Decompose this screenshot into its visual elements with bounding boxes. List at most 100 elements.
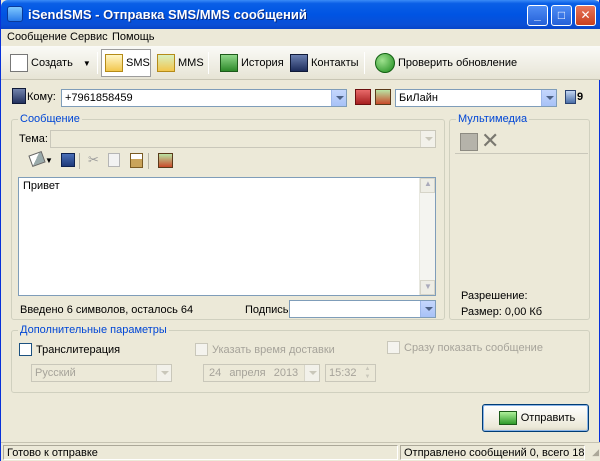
status-ready: Готово к отправке — [3, 445, 398, 460]
subject-combo[interactable] — [50, 130, 436, 148]
signature-dropdown-button[interactable] — [420, 301, 435, 317]
date-month: апреля — [229, 367, 266, 379]
message-body-textarea[interactable]: Привет ▲ ▼ — [18, 177, 436, 296]
multimedia-group-title: Мультимедиа — [456, 113, 530, 125]
edit-toolbar-separator — [148, 153, 149, 169]
minimize-button[interactable]: _ — [527, 5, 548, 26]
close-icon: ✕ — [580, 8, 591, 22]
chevron-down-icon: ▼ — [424, 282, 432, 291]
chevron-down-icon — [425, 137, 433, 141]
language-value: Русский — [35, 367, 76, 379]
minimize-icon: _ — [534, 8, 541, 22]
close-button[interactable]: ✕ — [575, 5, 596, 26]
contacts-book-icon — [290, 54, 308, 72]
insert-template-icon[interactable] — [158, 153, 173, 168]
chevron-up-icon: ▲ — [424, 179, 432, 188]
spinner-arrows-icon[interactable]: ▲ ▼ — [361, 365, 374, 381]
maximize-button[interactable]: □ — [551, 5, 572, 26]
menu-help[interactable]: Помощь — [112, 31, 155, 43]
multimedia-divider — [455, 153, 588, 154]
create-label: Создать — [31, 57, 73, 69]
mms-button[interactable]: MMS — [154, 49, 204, 77]
menu-message[interactable]: Сообщение — [7, 31, 67, 43]
app-icon — [7, 6, 23, 22]
delivery-time-label: Указать время доставки — [212, 344, 335, 356]
message-scrollbar[interactable]: ▲ ▼ — [419, 178, 435, 295]
history-label: История — [241, 57, 284, 69]
delivery-date-picker[interactable]: 24 апреля 2013 — [203, 364, 320, 382]
paste-icon[interactable] — [130, 153, 143, 168]
signature-combo[interactable] — [289, 300, 436, 318]
character-counter: Введено 6 символов, осталось 64 — [20, 304, 194, 316]
size-label: Размер: 0,00 Кб — [461, 306, 543, 318]
mms-envelope-icon — [157, 54, 175, 72]
chevron-down-icon[interactable]: ▼ — [45, 156, 53, 165]
language-combo[interactable]: Русский — [31, 364, 172, 382]
show-immediately-label: Сразу показать сообщение — [404, 342, 543, 354]
scroll-up-button[interactable]: ▲ — [420, 178, 435, 193]
sms-label: SMS — [126, 57, 150, 69]
send-button[interactable]: Отправить — [482, 404, 589, 432]
sms-envelope-icon — [105, 54, 123, 72]
contacts-button[interactable]: Контакты — [287, 49, 359, 77]
date-day: 24 — [209, 367, 222, 379]
phone-book-icon — [12, 88, 26, 104]
recipient-row: Кому: +7961858459 БиЛайн 9 — [1, 86, 600, 110]
contact-card-icon[interactable] — [375, 89, 391, 105]
extra-params-title: Дополнительные параметры — [18, 324, 169, 336]
chevron-down-icon — [425, 307, 433, 311]
mms-label: MMS — [178, 57, 204, 69]
send-arrow-icon — [498, 411, 517, 425]
address-book-icon[interactable] — [355, 89, 371, 105]
eraser-icon[interactable] — [28, 150, 46, 168]
create-button[interactable]: Создать ▼ — [7, 49, 91, 77]
to-label: Кому: — [27, 91, 56, 103]
title-bar[interactable]: iSendSMS - Отправка SMS/MMS сообщений _ … — [1, 0, 600, 29]
time-value: 15:32 — [329, 367, 357, 379]
operator-dropdown-button[interactable] — [541, 90, 556, 106]
recipient-combo[interactable]: +7961858459 — [61, 89, 347, 107]
show-immediately-checkbox[interactable] — [387, 341, 400, 354]
scroll-down-button[interactable]: ▼ — [420, 280, 435, 295]
update-globe-icon — [375, 53, 395, 73]
status-bar: Готово к отправке Отправлено сообщений 0… — [1, 442, 600, 461]
transliteration-checkbox[interactable] — [19, 343, 32, 356]
insert-image-icon[interactable] — [460, 133, 478, 151]
chevron-down-icon: ▼ — [82, 58, 91, 68]
delivery-time-checkbox[interactable] — [195, 343, 208, 356]
recipient-value: +7961858459 — [65, 92, 133, 104]
check-update-button[interactable]: Проверить обновление — [372, 49, 517, 77]
delete-x-icon[interactable]: ✕ — [481, 128, 499, 154]
subject-label: Тема: — [19, 133, 48, 145]
menu-service[interactable]: Сервис — [70, 31, 108, 43]
check-update-label: Проверить обновление — [398, 57, 518, 69]
sim-counter-icon — [565, 90, 576, 104]
chevron-down-icon — [309, 371, 317, 375]
menu-bar: Сообщение Сервис Помощь — [1, 29, 600, 46]
new-document-icon — [10, 54, 28, 72]
operator-combo[interactable]: БиЛайн — [395, 89, 557, 107]
recipient-dropdown-button[interactable] — [331, 90, 346, 106]
sms-button[interactable]: SMS — [101, 49, 151, 77]
delivery-time-spinner[interactable]: 15:32 ▲ ▼ — [325, 364, 376, 382]
edit-toolbar-separator — [79, 153, 80, 169]
toolbar-separator — [208, 52, 209, 74]
resolution-label: Разрешение: — [461, 290, 528, 302]
edit-toolbar: ▼ ✂ — [25, 150, 185, 173]
save-disk-icon[interactable] — [61, 153, 75, 167]
send-label: Отправить — [520, 412, 576, 424]
cut-icon[interactable]: ✂ — [88, 153, 102, 167]
language-dropdown-button[interactable] — [156, 365, 171, 381]
toolbar-separator — [97, 52, 98, 74]
copy-icon[interactable] — [108, 153, 120, 167]
resize-grip-icon[interactable]: ◢ — [592, 447, 599, 458]
chevron-down-icon — [161, 371, 169, 375]
history-book-icon — [220, 54, 238, 72]
history-button[interactable]: История — [217, 49, 284, 77]
subject-dropdown-button[interactable] — [420, 131, 435, 147]
transliteration-label: Транслитерация — [36, 344, 121, 356]
signature-label: Подпись — [245, 304, 289, 316]
date-dropdown-button[interactable] — [304, 365, 319, 381]
operator-value: БиЛайн — [399, 92, 438, 104]
date-year: 2013 — [273, 367, 299, 379]
